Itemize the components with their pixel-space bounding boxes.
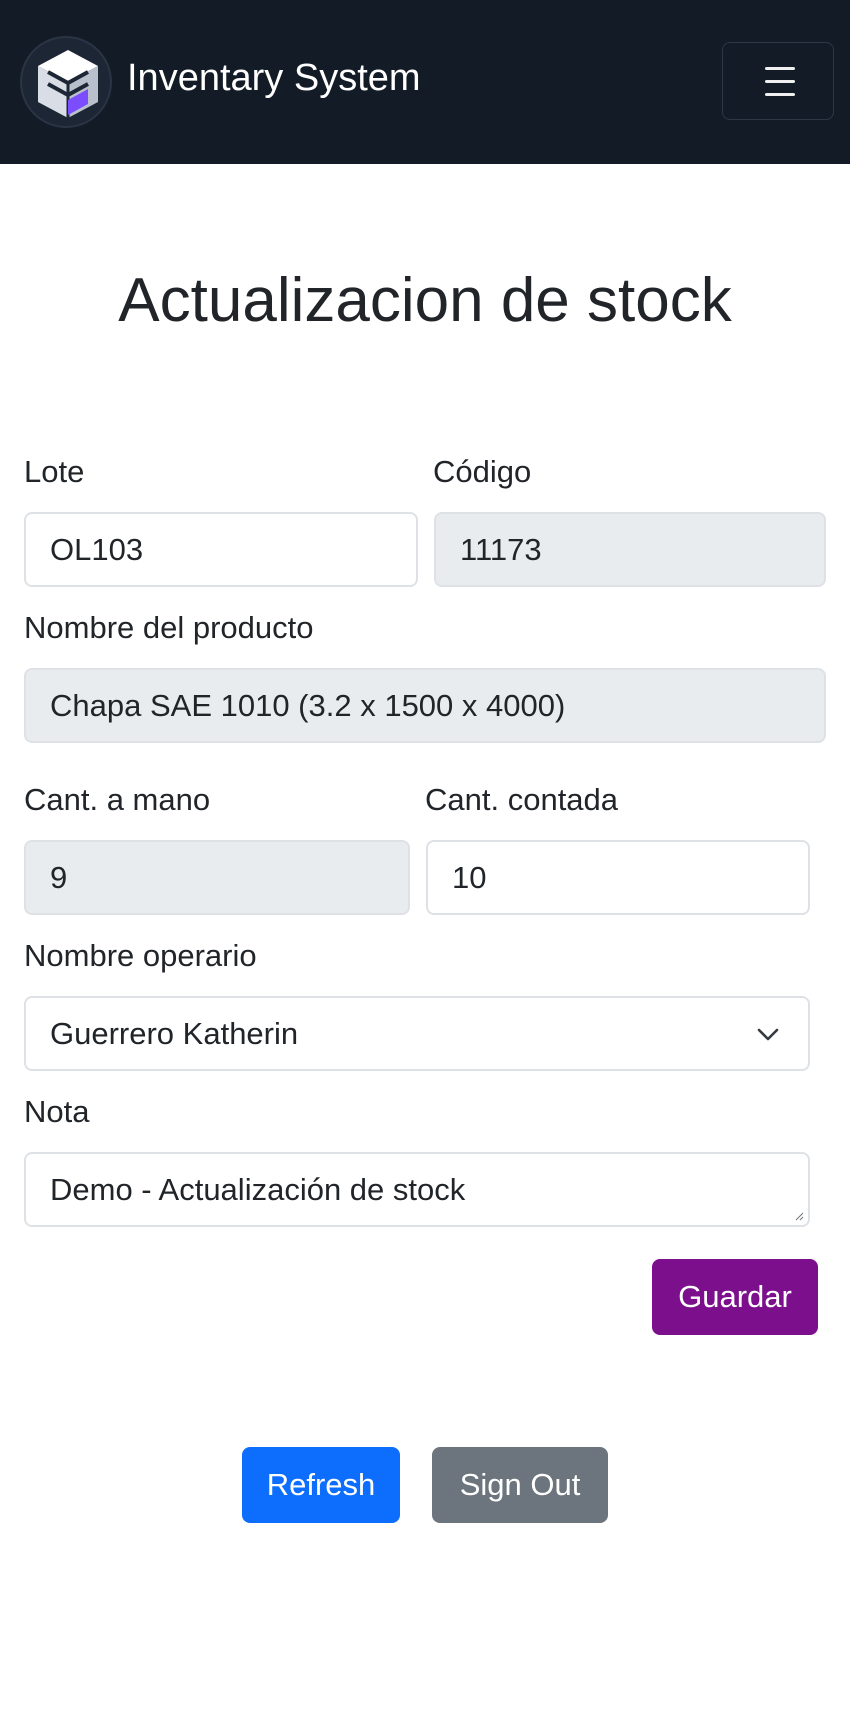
lote-input[interactable]: OL103: [24, 512, 418, 587]
sign-out-button[interactable]: Sign Out: [432, 1447, 608, 1523]
operario-label: Nombre operario: [24, 938, 257, 973]
cant-contada-label: Cant. contada: [425, 782, 619, 817]
cant-contada-input[interactable]: 10: [426, 840, 810, 915]
nota-label: Nota: [24, 1094, 90, 1129]
brand-name[interactable]: Inventary System: [127, 52, 421, 104]
cant-mano-input: 9: [24, 840, 410, 915]
cube-logo-icon[interactable]: [20, 36, 112, 128]
chevron-down-icon: [757, 1028, 779, 1041]
page-title: Actualizacion de stock: [118, 266, 732, 335]
codigo-label: Código: [433, 454, 532, 489]
cant-mano-label: Cant. a mano: [24, 782, 211, 817]
operario-selected-value: Guerrero Katherin: [50, 1016, 299, 1051]
nota-textarea[interactable]: Demo - Actualización de stock: [24, 1152, 810, 1227]
lote-label: Lote: [24, 454, 85, 489]
resize-grip-icon[interactable]: [794, 1211, 804, 1221]
operario-select[interactable]: Guerrero Katherin: [24, 996, 810, 1071]
refresh-button[interactable]: Refresh: [242, 1447, 400, 1523]
producto-label: Nombre del producto: [24, 610, 314, 645]
navbar-toggler-button[interactable]: [722, 42, 834, 120]
producto-input: Chapa SAE 1010 (3.2 x 1500 x 4000): [24, 668, 826, 743]
save-button[interactable]: Guardar: [652, 1259, 818, 1335]
top-navbar: Inventary System: [0, 0, 850, 164]
nota-text: Demo - Actualización de stock: [50, 1172, 466, 1207]
codigo-input: 11173: [434, 512, 826, 587]
